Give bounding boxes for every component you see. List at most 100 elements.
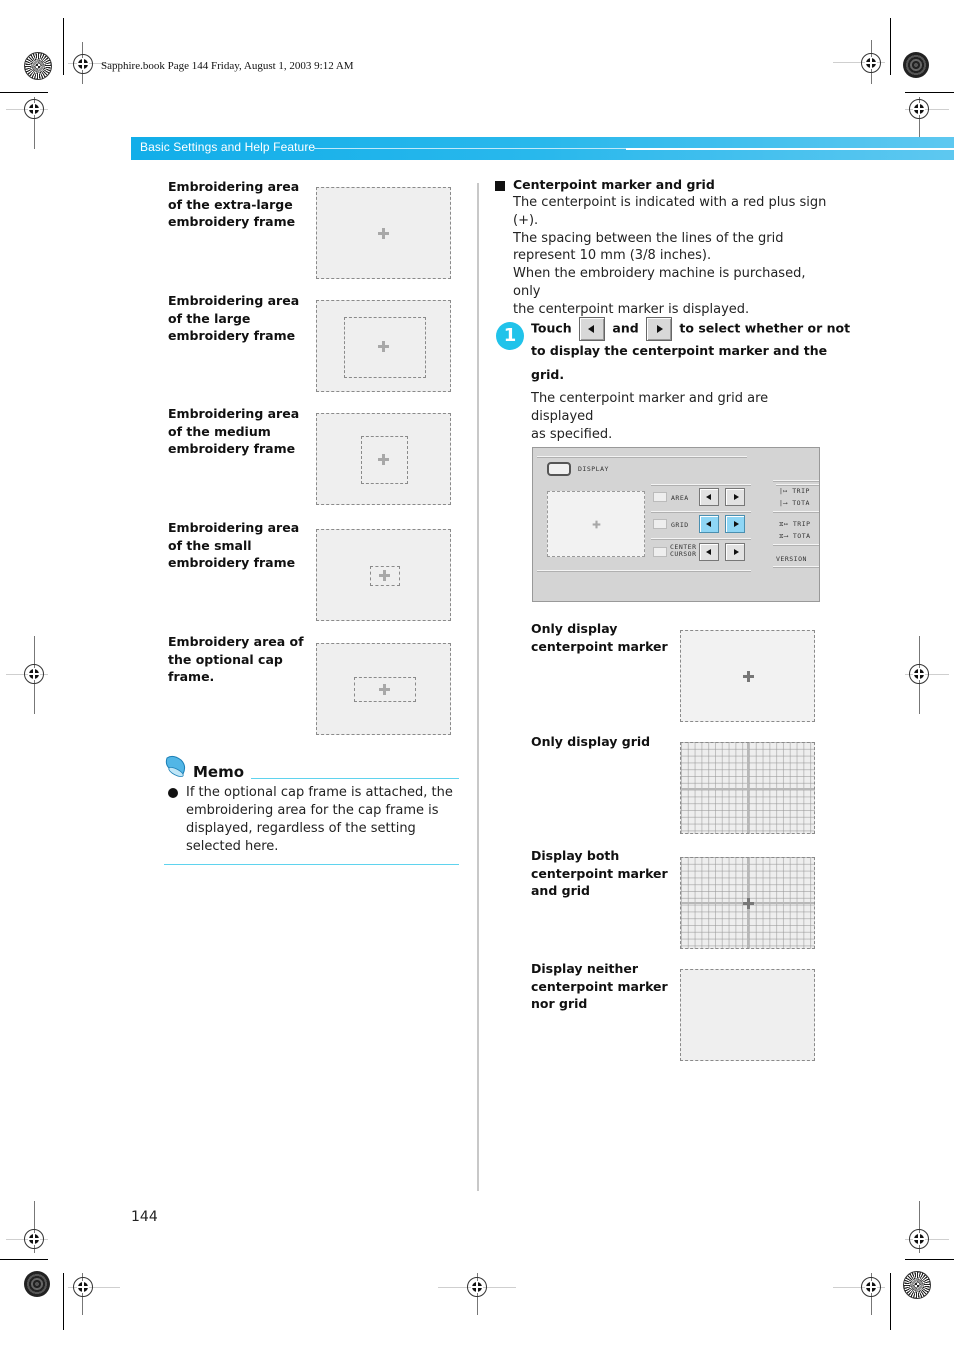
info-label: TOTA bbox=[792, 499, 810, 507]
section-title: Basic Settings and Help Feature bbox=[140, 140, 316, 154]
section-header-band: Basic Settings and Help Feature bbox=[131, 137, 954, 160]
left-arrow-button[interactable] bbox=[579, 317, 606, 341]
option-label: Display neither centerpoint marker nor g… bbox=[531, 960, 668, 1013]
label-line: centerpoint marker bbox=[531, 865, 668, 881]
center-cursor-right-button[interactable] bbox=[725, 543, 745, 561]
screen-divider bbox=[776, 484, 819, 486]
memo-title: Memo bbox=[193, 763, 245, 781]
memo-top-rule bbox=[251, 778, 459, 779]
screen-divider bbox=[773, 544, 819, 546]
color-rosette-icon bbox=[903, 1271, 931, 1299]
memo-bell-icon bbox=[165, 755, 186, 777]
label-line: Embroidering area bbox=[168, 520, 300, 535]
label-line: of the extra-large bbox=[168, 196, 293, 212]
step-number-badge: 1 bbox=[496, 322, 524, 350]
header-rule bbox=[314, 148, 626, 149]
center-cursor-swatch bbox=[653, 547, 667, 557]
label-line: embroidery frame bbox=[168, 555, 296, 570]
registration-target-icon bbox=[73, 54, 93, 74]
registration-target-icon bbox=[467, 1277, 487, 1297]
screen-divider bbox=[773, 566, 819, 568]
label-line: embroidery frame bbox=[168, 441, 296, 456]
screen-divider bbox=[537, 570, 751, 572]
screen-divider bbox=[651, 538, 751, 540]
grid-center-axis bbox=[681, 788, 814, 790]
right-arrow-icon bbox=[734, 521, 739, 527]
frame-label: Embroidering area of the medium embroide… bbox=[168, 405, 299, 458]
area-right-button[interactable] bbox=[725, 488, 745, 506]
label-line: of the large bbox=[168, 310, 251, 326]
label-line: Only display bbox=[531, 621, 618, 636]
intro-line: The spacing between the lines of the gri… bbox=[513, 230, 784, 246]
registration-target-icon bbox=[909, 664, 929, 684]
setting-label: AREA bbox=[671, 494, 689, 502]
step-instruction-line: to display the centerpoint marker and th… bbox=[531, 343, 828, 358]
color-rosette-icon bbox=[24, 52, 52, 80]
left-arrow-icon bbox=[706, 521, 711, 527]
label-line: CURSOR bbox=[670, 550, 697, 558]
total-time-label: ⧖⟶ TOTA bbox=[779, 532, 811, 540]
label-line: Only display grid bbox=[531, 734, 651, 749]
left-arrow-icon bbox=[706, 549, 711, 555]
total-counter-label: |⟶ TOTA bbox=[779, 499, 810, 507]
left-arrow-icon bbox=[588, 325, 595, 333]
area-swatch bbox=[653, 492, 667, 502]
neither-preview bbox=[680, 969, 815, 1061]
setting-label: CENTER CURSOR bbox=[670, 544, 696, 558]
screen-divider bbox=[651, 511, 751, 513]
intro-line: The centerpoint is indicated with a red … bbox=[513, 195, 827, 210]
label-line: the optional cap bbox=[168, 651, 283, 667]
centerpoint-marker-icon bbox=[378, 454, 389, 465]
display-icon bbox=[547, 462, 571, 476]
crop-mark bbox=[63, 18, 64, 75]
intro-line: When the embroidery machine is purchased… bbox=[513, 266, 806, 299]
crop-mark bbox=[63, 1273, 64, 1330]
frame-label: Embroidering area of the small embroider… bbox=[168, 519, 299, 572]
right-arrow-icon bbox=[657, 325, 664, 333]
option-label: Only display grid bbox=[531, 733, 650, 751]
grid-only-preview bbox=[680, 742, 815, 834]
grid-right-button[interactable] bbox=[725, 515, 745, 533]
step-instruction-line: grid. bbox=[531, 367, 565, 382]
registration-target-icon bbox=[24, 1229, 44, 1249]
frame-label: Embroidery area of the optional cap fram… bbox=[168, 633, 304, 686]
column-divider bbox=[477, 183, 479, 1191]
grid-left-button[interactable] bbox=[699, 515, 719, 533]
center-cursor-left-button[interactable] bbox=[699, 543, 719, 561]
header-rule bbox=[626, 148, 954, 150]
label-line: Embroidering area bbox=[168, 293, 300, 308]
marker-only-preview bbox=[680, 630, 815, 722]
label-line: Embroidering area bbox=[168, 406, 300, 421]
screen-divider bbox=[773, 480, 819, 482]
crop-mark bbox=[0, 92, 48, 93]
info-label: TRIP bbox=[792, 520, 811, 528]
trip-counter-label: |↦ TRIP bbox=[779, 487, 810, 495]
crop-mark bbox=[0, 1259, 48, 1260]
label-line: Embroidery area of bbox=[168, 634, 304, 649]
version-label: VERSION bbox=[776, 555, 807, 563]
square-bullet-icon bbox=[495, 181, 505, 191]
step-text: and bbox=[612, 320, 639, 336]
area-left-button[interactable] bbox=[699, 488, 719, 506]
info-label: TOTA bbox=[792, 532, 811, 540]
label-line: embroidery frame bbox=[168, 328, 296, 343]
frame-label: Embroidering area of the large embroider… bbox=[168, 292, 299, 345]
page-number: 144 bbox=[131, 1209, 158, 1225]
label-line: Display neither bbox=[531, 961, 639, 976]
screen-divider bbox=[773, 511, 819, 513]
intro-line: (+). bbox=[513, 212, 539, 228]
right-arrow-button[interactable] bbox=[646, 317, 673, 341]
step-text: to select whether or not bbox=[679, 320, 851, 336]
small-frame-preview bbox=[316, 529, 451, 621]
label-line: centerpoint marker bbox=[531, 978, 668, 994]
screen-divider bbox=[537, 456, 747, 458]
screen-title: DISPLAY bbox=[578, 465, 609, 473]
medium-frame-preview bbox=[316, 413, 451, 505]
step-text: Touch bbox=[531, 320, 572, 336]
grid-swatch bbox=[653, 519, 667, 529]
print-slug: Sapphire.book Page 144 Friday, August 1,… bbox=[101, 60, 354, 72]
bullet-icon bbox=[168, 788, 178, 798]
registration-target-icon bbox=[861, 1277, 881, 1297]
crop-mark bbox=[890, 1273, 891, 1330]
section-heading: Centerpoint marker and grid bbox=[513, 177, 715, 192]
